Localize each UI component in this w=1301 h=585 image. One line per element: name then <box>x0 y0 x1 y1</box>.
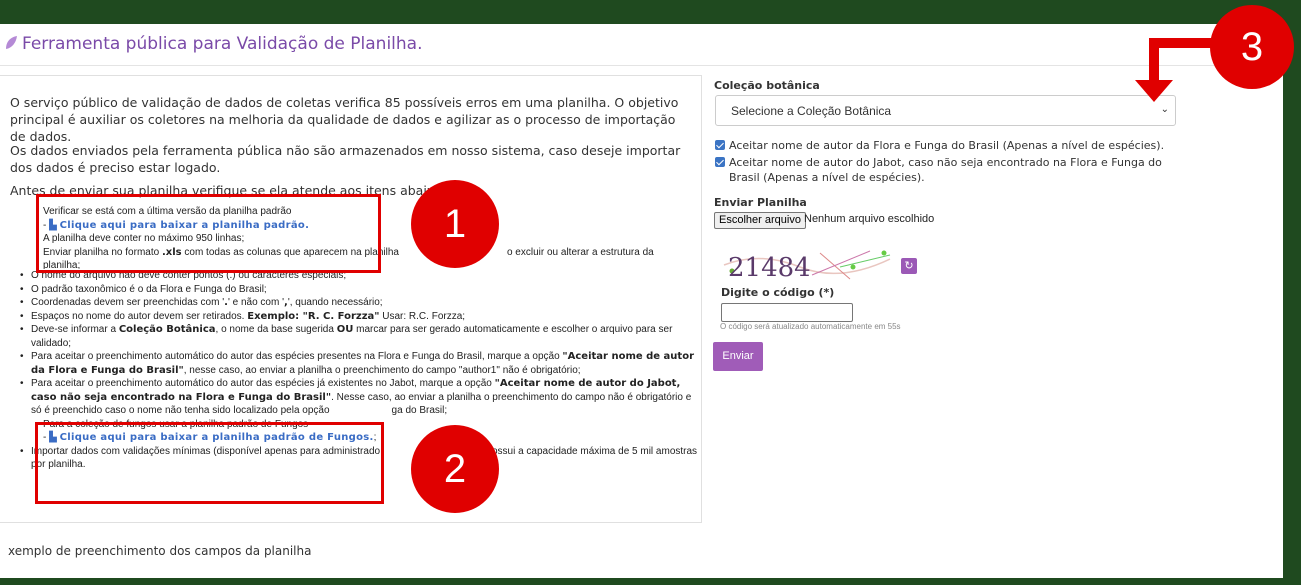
accept-flora-author-checkbox[interactable]: Aceitar nome de autor da Flora e Funga d… <box>715 139 1164 154</box>
list-item: Deve-se informar a Coleção Botânica, o n… <box>8 323 698 350</box>
annotation-badge-2: 2 <box>411 425 499 513</box>
submit-button[interactable]: Enviar <box>713 342 763 371</box>
list-item: Para aceitar o preenchimento automático … <box>8 350 698 377</box>
refresh-captcha-icon[interactable]: ↻ <box>901 258 917 274</box>
captcha-text: 21484 <box>728 253 811 283</box>
leaf-icon <box>6 36 17 49</box>
captcha-code-input[interactable] <box>721 303 853 322</box>
arrow-shaft <box>1149 38 1159 80</box>
page-header: Ferramenta pública para Validação de Pla… <box>0 24 1283 66</box>
intro-paragraph-2: Os dados enviados pela ferramenta públic… <box>10 143 681 175</box>
top-frame <box>0 0 1301 24</box>
checkbox-icon[interactable] <box>715 140 725 150</box>
list-item: Para aceitar o preenchimento automático … <box>8 377 698 418</box>
highlight-box-2 <box>35 422 384 504</box>
captcha-image: 21484 <box>720 245 900 283</box>
list-item: Espaços no nome do autor devem ser retir… <box>8 310 698 324</box>
right-frame <box>1283 0 1301 585</box>
file-status: Nenhum arquivo escolhido <box>804 213 935 225</box>
list-item: Coordenadas devem ser preenchidas com '.… <box>8 296 698 310</box>
code-label: Digite o código (*) <box>721 286 835 299</box>
chevron-down-icon: ⌄ <box>1160 104 1169 115</box>
code-hint: O código será atualizado automaticamente… <box>720 322 901 331</box>
arrow-head-icon <box>1135 80 1173 102</box>
highlight-box-1 <box>36 194 381 273</box>
accept-jabot-author-checkbox[interactable]: Aceitar nome de autor do Jabot, caso não… <box>715 156 1162 185</box>
collection-label: Coleção botânica <box>714 79 820 92</box>
bottom-frame <box>0 578 1301 585</box>
collection-select[interactable]: Selecione a Coleção Botânica ⌄ <box>715 95 1176 126</box>
choose-file-button[interactable]: Escolher arquivo <box>714 212 806 229</box>
upload-label: Enviar Planilha <box>714 196 807 209</box>
checkbox-icon[interactable] <box>715 157 725 167</box>
page-title: Ferramenta pública para Validação de Pla… <box>22 34 423 54</box>
list-item: O padrão taxonômico é o da Flora e Funga… <box>8 283 698 297</box>
intro-paragraph-1: O serviço público de validação de dados … <box>10 95 679 144</box>
annotation-badge-3: 3 <box>1210 5 1294 89</box>
example-heading: xemplo de preenchimento dos campos da pl… <box>8 544 312 558</box>
annotation-badge-1: 1 <box>411 180 499 268</box>
